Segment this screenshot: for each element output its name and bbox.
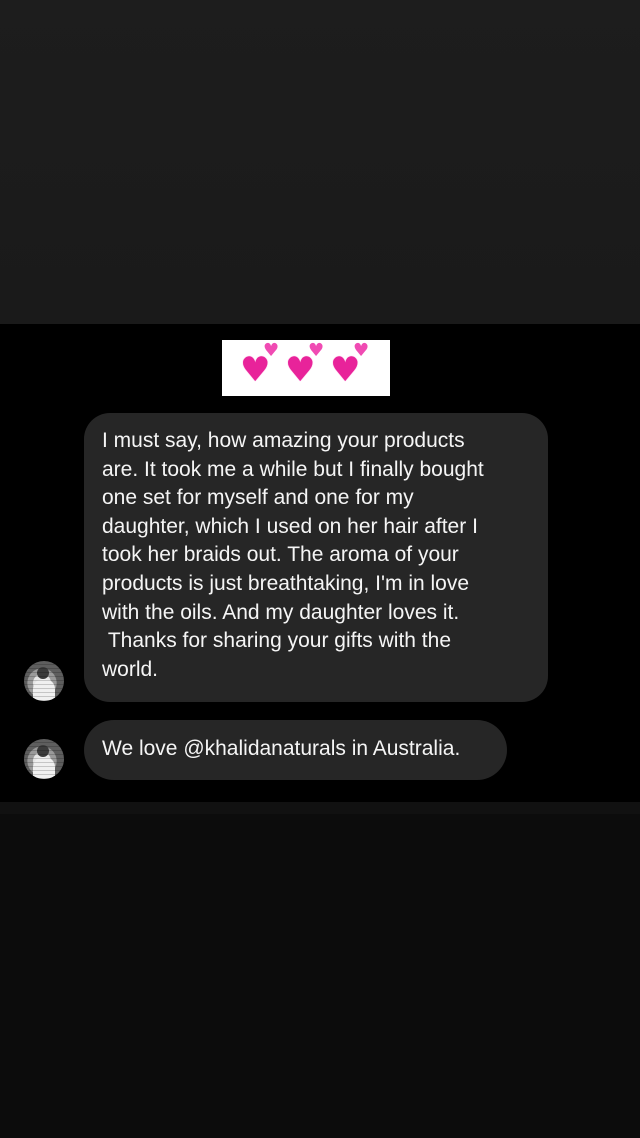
divider: [0, 802, 640, 814]
bottom-background: [0, 814, 640, 1138]
avatar[interactable]: [24, 739, 64, 779]
message-bubble[interactable]: We love @khalidanaturals in Australia.: [84, 720, 507, 780]
message-bubble[interactable]: I must say, how amazing your products ar…: [84, 413, 548, 702]
pink-heart-icon: ♥: [308, 340, 325, 361]
pink-heart-icon: ♥: [353, 340, 370, 361]
pink-heart-icon: ♥: [263, 340, 280, 361]
hearts-sticker: ♥ ♥ ♥ ♥ ♥ ♥: [222, 340, 390, 396]
story-screen: ♥ ♥ ♥ ♥ ♥ ♥ I must say, how amazing your…: [0, 0, 640, 1138]
avatar[interactable]: [24, 661, 64, 701]
top-background: [0, 0, 640, 324]
